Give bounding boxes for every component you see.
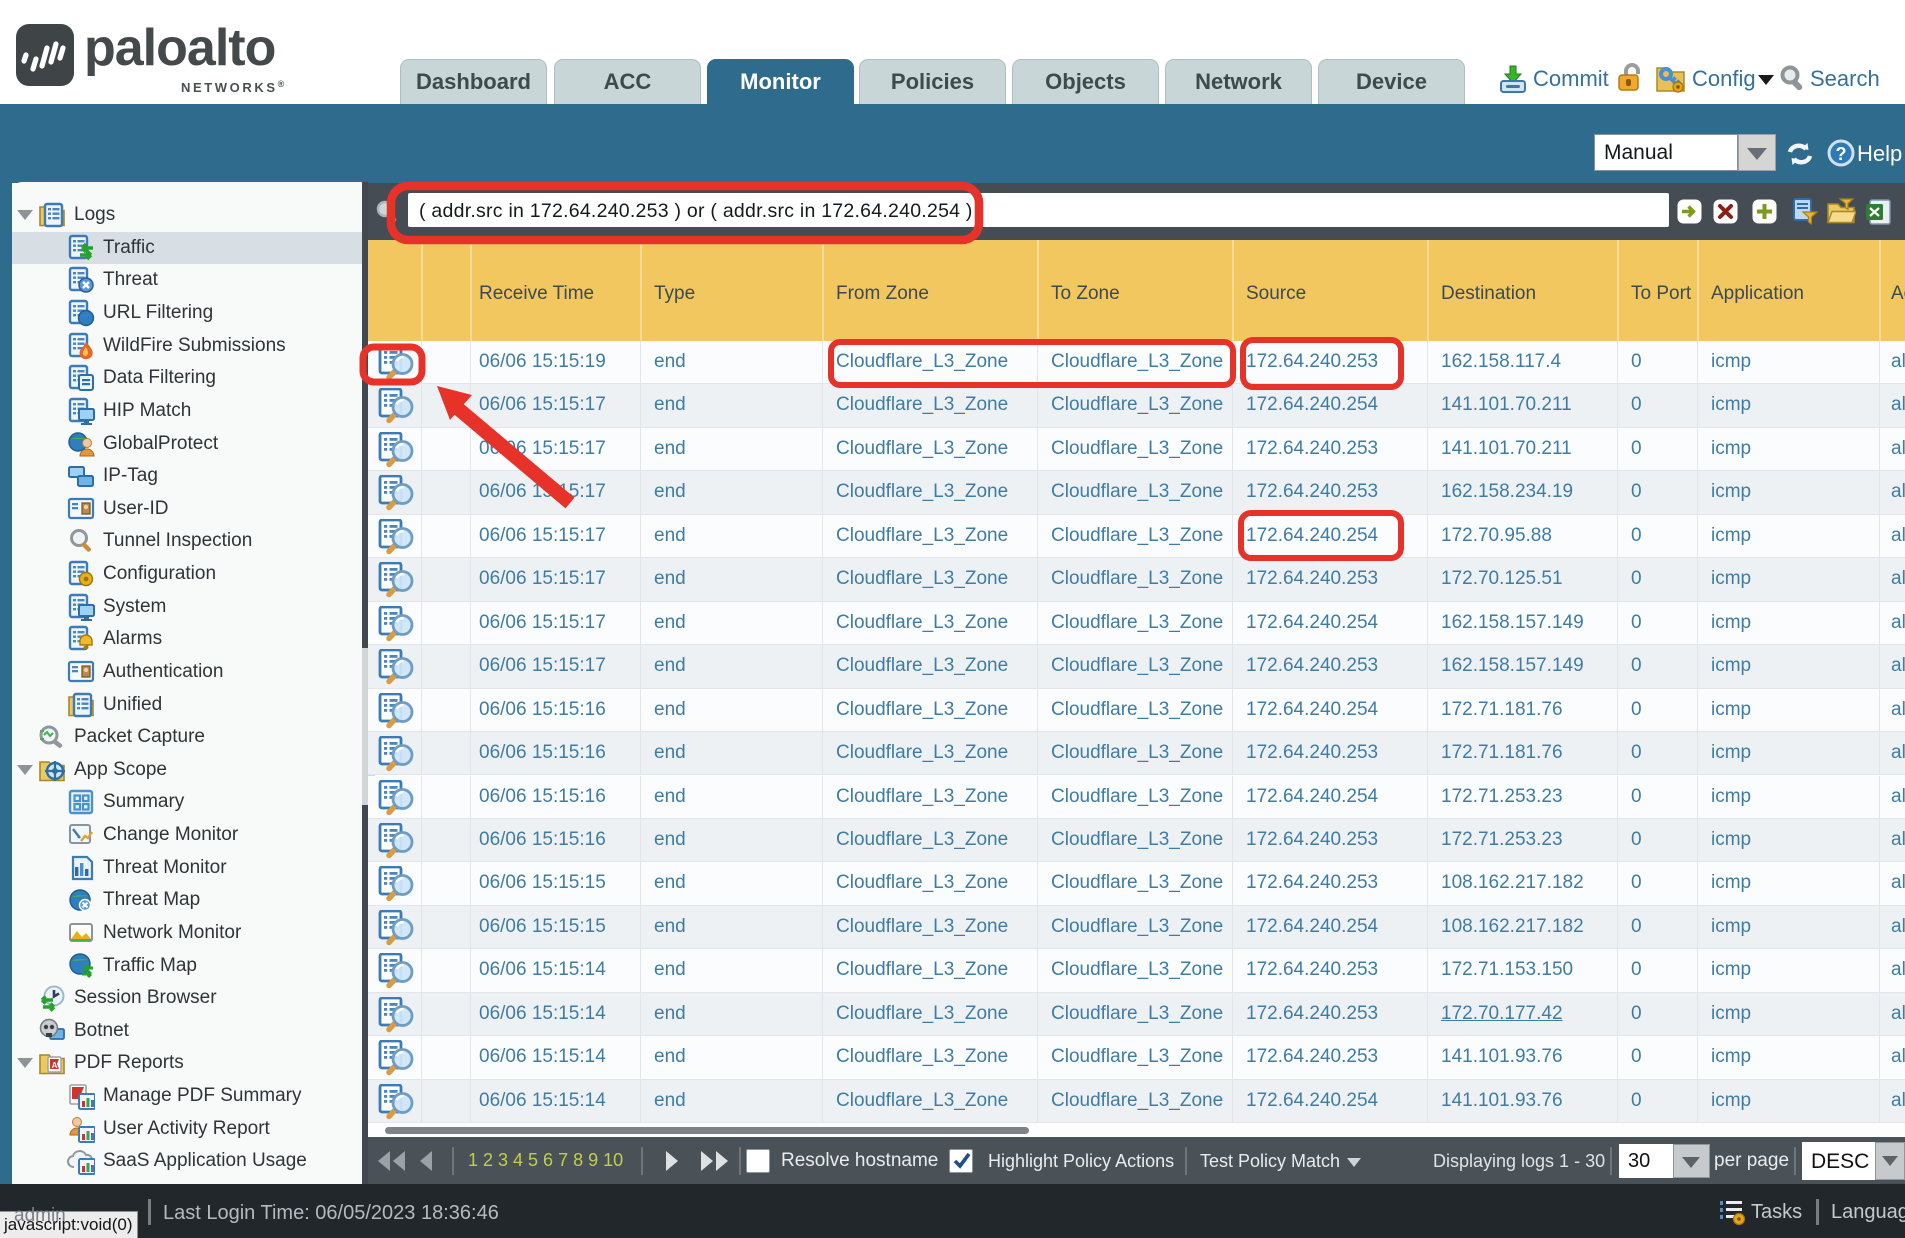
svg-text:A: A bbox=[52, 1061, 58, 1070]
svg-text:?: ? bbox=[1836, 144, 1847, 164]
